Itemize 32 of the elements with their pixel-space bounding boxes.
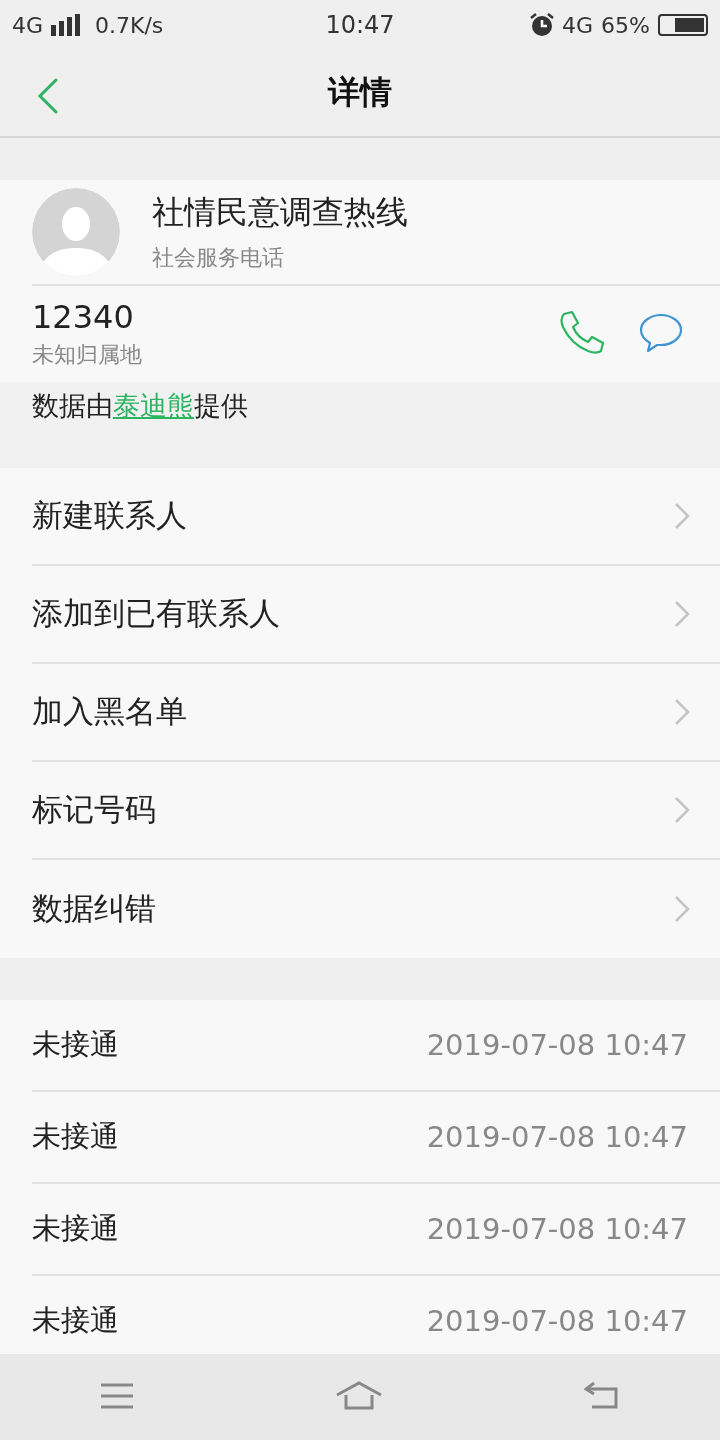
call-status: 未接通: [32, 1210, 120, 1247]
menu-item[interactable]: 添加到已有联系人: [32, 566, 720, 664]
chevron-right-icon: [674, 895, 690, 923]
call-time: 2019-07-08 10:47: [426, 1028, 688, 1062]
contact-name: 社情民意调查热线: [152, 192, 408, 233]
chevron-right-icon: [674, 698, 690, 726]
call-status: 未接通: [32, 1026, 120, 1063]
chevron-right-icon: [674, 502, 690, 530]
battery-percent: 65%: [601, 12, 650, 38]
call-time: 2019-07-08 10:47: [426, 1304, 688, 1338]
chevron-right-icon: [674, 600, 690, 628]
clock-time: 10:47: [325, 11, 395, 39]
phone-number: 12340: [32, 298, 135, 336]
menu-item[interactable]: 标记号码: [32, 762, 720, 860]
call-status: 未接通: [32, 1302, 120, 1339]
menu-item[interactable]: 新建联系人: [32, 468, 720, 566]
battery-icon: [658, 14, 708, 36]
alarm-icon: [530, 13, 555, 37]
signal-icon: [51, 14, 82, 36]
contact-category: 社会服务电话: [152, 244, 285, 272]
call-time: 2019-07-08 10:47: [426, 1212, 688, 1246]
network-type: 4G: [562, 12, 594, 38]
menu-item[interactable]: 加入黑名单: [32, 664, 720, 762]
number-location: 未知归属地: [32, 341, 142, 369]
page-title: 详情: [328, 72, 392, 113]
call-time: 2019-07-08 10:47: [426, 1120, 688, 1154]
chevron-right-icon: [674, 796, 690, 824]
avatar-icon: [32, 188, 120, 276]
menu-item[interactable]: 数据纠错: [32, 860, 720, 958]
call-status: 未接通: [32, 1118, 120, 1155]
network-speed: 0.7K/s: [95, 12, 164, 38]
network-type: 4G: [12, 12, 44, 38]
